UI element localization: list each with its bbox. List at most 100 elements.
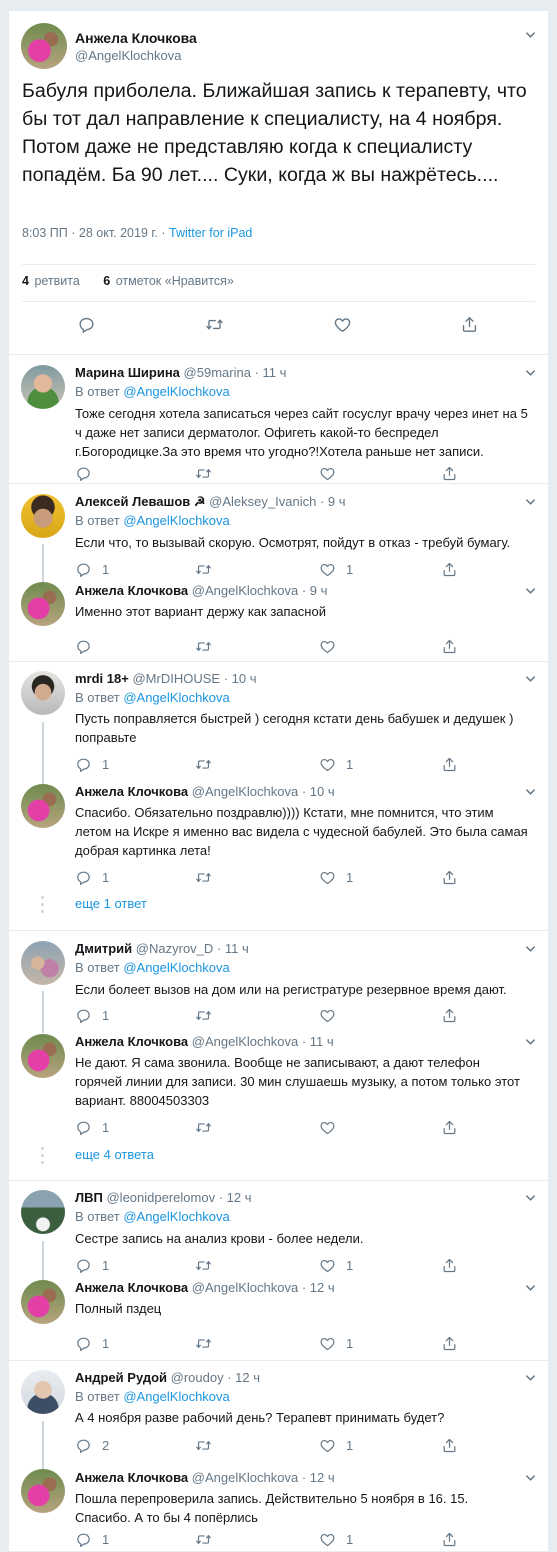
reply-button[interactable]: 1: [75, 867, 109, 887]
reply-button[interactable]: [77, 314, 96, 334]
chevron-down-icon[interactable]: [525, 786, 536, 797]
avatar[interactable]: [21, 1370, 65, 1414]
share-button[interactable]: [441, 754, 458, 774]
reply-button[interactable]: 1: [75, 1529, 109, 1549]
avatar[interactable]: [21, 494, 65, 538]
author-handle[interactable]: @Nazyrov_D: [136, 941, 214, 956]
author-name[interactable]: ЛВП: [75, 1190, 103, 1205]
reply-tweet[interactable]: Анжела Клочкова @AngelKlochkova · 9 ч Им…: [9, 576, 548, 662]
chevron-down-icon[interactable]: [525, 29, 536, 40]
like-button[interactable]: [319, 636, 346, 656]
in-reply-link[interactable]: @AngelKlochkova: [123, 690, 229, 705]
author-handle[interactable]: @Aleksey_Ivanich: [209, 494, 316, 509]
author-name[interactable]: Анжела Клочкова: [75, 1470, 188, 1485]
chevron-down-icon[interactable]: [525, 673, 536, 684]
chevron-down-icon[interactable]: [525, 943, 536, 954]
chevron-down-icon[interactable]: [525, 1372, 536, 1383]
retweet-button[interactable]: [195, 463, 222, 483]
author-handle[interactable]: @59marina: [184, 365, 251, 380]
reply-tweet[interactable]: Анжела Клочкова @AngelKlochkova · 11 ч Н…: [9, 1021, 548, 1135]
share-button[interactable]: [441, 1117, 458, 1137]
like-button[interactable]: 1: [319, 1529, 353, 1549]
avatar[interactable]: [21, 1190, 65, 1234]
retweets-stat[interactable]: 4 ретвита: [22, 274, 80, 288]
reply-button[interactable]: [75, 636, 102, 656]
reply-time[interactable]: · 12 ч: [302, 1280, 335, 1295]
reply-time[interactable]: · 11 ч: [255, 365, 287, 380]
author-name[interactable]: Анжела Клочкова: [75, 1034, 188, 1049]
reply-button[interactable]: [75, 463, 102, 483]
like-button[interactable]: 1: [319, 867, 353, 887]
retweet-button[interactable]: [195, 1529, 222, 1549]
avatar[interactable]: [21, 582, 65, 626]
author-name[interactable]: Анжела Клочкова: [75, 583, 188, 598]
share-button[interactable]: [441, 1333, 458, 1353]
chevron-down-icon[interactable]: [525, 1192, 536, 1203]
tweet-source[interactable]: Twitter for iPad: [169, 226, 252, 240]
chevron-down-icon[interactable]: [525, 1036, 536, 1047]
reply-time[interactable]: · 10 ч: [302, 784, 335, 799]
author-handle[interactable]: @AngelKlochkova: [192, 1280, 298, 1295]
in-reply-link[interactable]: @AngelKlochkova: [123, 1209, 229, 1224]
reply-tweet[interactable]: mrdi 18+ @MrDIHOUSE · 10 ч В ответ @Ange…: [9, 662, 548, 774]
show-more-replies[interactable]: еще 4 ответа: [75, 1147, 154, 1162]
author-handle[interactable]: @AngelKlochkova: [192, 583, 298, 598]
reply-tweet[interactable]: Андрей Рудой @roudoy · 12 ч В ответ @Ang…: [9, 1361, 548, 1465]
reply-tweet[interactable]: Анжела Клочкова @AngelKlochkova · 12 ч П…: [9, 1273, 548, 1361]
like-button[interactable]: 1: [319, 754, 353, 774]
reply-tweet[interactable]: Алексей Левашов ☭ @Aleksey_Ivanich · 9 ч…: [9, 484, 548, 577]
reply-time[interactable]: · 9 ч: [302, 583, 328, 598]
author-name[interactable]: Марина Ширина: [75, 365, 180, 380]
reply-button[interactable]: 1: [75, 1333, 109, 1353]
retweet-button[interactable]: [195, 1255, 222, 1275]
likes-stat[interactable]: 6 отметок «Нравится»: [103, 274, 234, 288]
retweet-button[interactable]: [205, 314, 224, 334]
author-handle[interactable]: @roudoy: [171, 1370, 224, 1385]
reply-time[interactable]: · 9 ч: [320, 494, 346, 509]
reply-button[interactable]: 1: [75, 1117, 109, 1137]
avatar[interactable]: [21, 671, 65, 715]
retweet-button[interactable]: [195, 867, 222, 887]
share-button[interactable]: [441, 1529, 458, 1549]
reply-button[interactable]: 1: [75, 754, 109, 774]
like-button[interactable]: [319, 463, 346, 483]
show-more-replies[interactable]: еще 1 ответ: [75, 896, 147, 911]
reply-time[interactable]: · 10 ч: [224, 671, 257, 686]
like-button[interactable]: 1: [319, 1255, 353, 1275]
author-name[interactable]: Андрей Рудой: [75, 1370, 167, 1385]
author-handle[interactable]: @AngelKlochkova: [192, 784, 298, 799]
in-reply-link[interactable]: @AngelKlochkova: [123, 384, 229, 399]
reply-time[interactable]: · 12 ч: [227, 1370, 260, 1385]
reply-button[interactable]: 2: [75, 1435, 109, 1455]
reply-time[interactable]: · 11 ч: [302, 1034, 334, 1049]
author-name[interactable]: Алексей Левашов ☭: [75, 494, 206, 509]
like-button[interactable]: [319, 1117, 346, 1137]
avatar[interactable]: [21, 941, 65, 985]
author-handle[interactable]: @MrDIHOUSE: [132, 671, 220, 686]
share-button[interactable]: [441, 636, 458, 656]
author-name[interactable]: Анжела Клочкова: [75, 784, 188, 799]
like-button[interactable]: 1: [319, 1435, 353, 1455]
like-button[interactable]: 1: [319, 1333, 353, 1353]
like-button[interactable]: [333, 314, 352, 334]
share-button[interactable]: [441, 867, 458, 887]
retweet-button[interactable]: [195, 636, 222, 656]
author-name[interactable]: Анжела Клочкова: [75, 1280, 188, 1295]
in-reply-link[interactable]: @AngelKlochkova: [123, 513, 229, 528]
reply-time[interactable]: · 12 ч: [219, 1190, 252, 1205]
author-name[interactable]: mrdi 18+: [75, 671, 129, 686]
retweet-button[interactable]: [195, 1117, 222, 1137]
reply-tweet[interactable]: Анжела Клочкова @AngelKlochkova · 10 ч С…: [9, 774, 548, 888]
chevron-down-icon[interactable]: [525, 1472, 536, 1483]
reply-time[interactable]: · 11 ч: [217, 941, 249, 956]
reply-tweet[interactable]: Марина Ширина @59marina · 11 ч В ответ @…: [9, 355, 548, 484]
author-name[interactable]: Дмитрий: [75, 941, 132, 956]
retweet-button[interactable]: [195, 1333, 222, 1353]
chevron-down-icon[interactable]: [525, 585, 536, 596]
share-button[interactable]: [460, 314, 479, 334]
in-reply-link[interactable]: @AngelKlochkova: [123, 960, 229, 975]
reply-tweet[interactable]: Дмитрий @Nazyrov_D · 11 ч В ответ @Angel…: [9, 931, 548, 1023]
share-button[interactable]: [441, 1435, 458, 1455]
avatar[interactable]: [21, 23, 67, 69]
reply-tweet[interactable]: ЛВП @leonidperelomov · 12 ч В ответ @Ang…: [9, 1181, 548, 1273]
